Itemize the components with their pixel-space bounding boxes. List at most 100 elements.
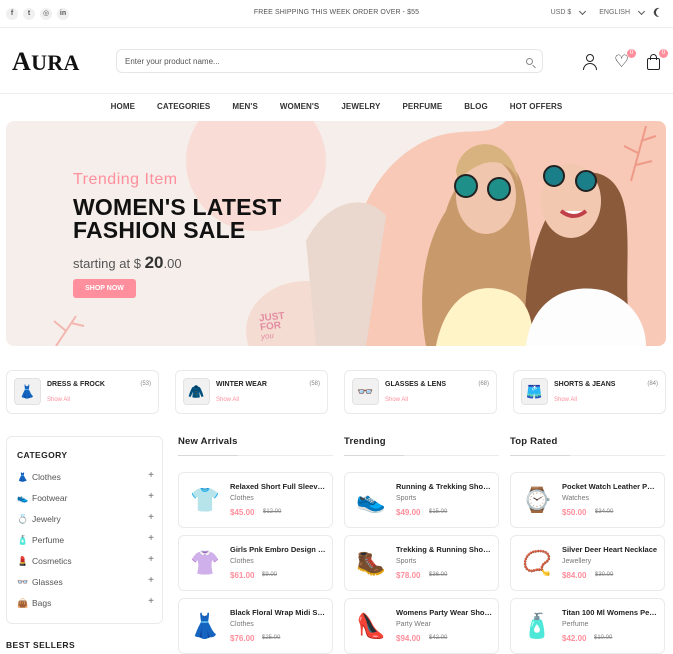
user-icon [586,54,594,62]
show-all-link[interactable]: Show All [385,397,408,403]
product-card[interactable]: 👠 Womens Party Wear Shoes Party Wear $94… [344,598,499,654]
dress-icon: 👗 [14,378,41,405]
search-icon[interactable] [526,58,533,65]
product-card[interactable]: 👕 Relaxed Short Full Sleeve T-Shirt Clot… [178,472,333,528]
product-old-price: $30.00 [595,572,614,578]
show-all-link[interactable]: Show All [47,397,70,403]
language-select[interactable]: ENGLISH [599,9,630,16]
product-name[interactable]: Trekking & Running Shoes - black [396,545,492,554]
product-image[interactable]: 👟 [352,482,390,518]
product-old-price: $25.00 [262,635,281,641]
product-image[interactable]: 🥾 [352,545,390,581]
product-image[interactable]: ⌚ [518,482,556,518]
account-button[interactable] [581,53,599,71]
hero-banner: Trending Item WOMEN'S LATEST FASHION SAL… [6,121,666,346]
product-price: $42.00 [562,634,587,643]
site-header: AURA Enter your product name... ♡ 0 0 [0,28,673,94]
jewelry-icon: 💍 [17,514,29,524]
expand-icon[interactable]: + [148,470,154,481]
sidebar-item-jewelry[interactable]: 💍 Jewelry + [17,512,154,527]
wishlist-button[interactable]: ♡ 0 [613,49,636,71]
nav-womens[interactable]: WOMEN'S [269,94,331,120]
category-card[interactable]: 🧥 WINTER WEAR (58) Show All [175,370,328,414]
best-sellers-title: BEST SELLERS [6,640,76,650]
dark-mode-icon[interactable] [654,6,666,18]
product-name[interactable]: Titan 100 Ml Womens Perfume [562,608,658,617]
shop-now-button[interactable]: SHOP NOW [73,279,136,298]
cart-button[interactable]: 0 [645,49,668,71]
sidebar-title: CATEGORY [17,450,68,460]
search-input[interactable]: Enter your product name... [116,49,543,73]
expand-icon[interactable]: + [148,575,154,586]
product-card[interactable]: 👟 Running & Trekking Shoes - White Sport… [344,472,499,528]
nav-blog[interactable]: BLOG [453,94,499,120]
nav-mens[interactable]: MEN'S [221,94,269,120]
product-category: Clothes [230,621,254,628]
product-card[interactable]: ⌚ Pocket Watch Leather Pouch Watches $50… [510,472,665,528]
category-card[interactable]: 👓 GLASSES & LENS (68) Show All [344,370,497,414]
product-card[interactable]: 🧴 Titan 100 Ml Womens Perfume Perfume $4… [510,598,665,654]
product-name[interactable]: Black Floral Wrap Midi Skirt [230,608,326,617]
currency-select[interactable]: USD $ [551,9,572,16]
product-old-price: $9.00 [262,572,278,578]
product-price: $50.00 [562,508,587,517]
chevron-down-icon[interactable] [579,7,587,15]
product-price: $94.00 [396,634,421,643]
expand-icon[interactable]: + [148,512,154,523]
expand-icon[interactable]: + [148,554,154,565]
product-name[interactable]: Relaxed Short Full Sleeve T-Shirt [230,482,326,491]
nav-home[interactable]: HOME [100,94,146,120]
logo[interactable]: AURA [12,47,80,77]
banner-title: WOMEN'S LATEST FASHION SALE [73,194,282,243]
expand-icon[interactable]: + [148,491,154,502]
product-old-price: $12.00 [263,509,282,515]
product-price: $84.00 [562,571,587,580]
product-card[interactable]: 🥾 Trekking & Running Shoes - black Sport… [344,535,499,591]
product-image[interactable]: 👕 [186,482,224,518]
sidebar-item-cosmetics[interactable]: 💄 Cosmetics + [17,554,154,569]
show-all-link[interactable]: Show All [216,397,239,403]
product-image[interactable]: 👠 [352,608,390,644]
sidebar-item-perfume[interactable]: 🧴 Perfume + [17,533,154,548]
product-card[interactable]: 👗 Black Floral Wrap Midi Skirt Clothes $… [178,598,333,654]
product-category: Sports [396,558,417,565]
product-image[interactable]: 🧴 [518,608,556,644]
sidebar-item-footwear[interactable]: 👟 Footwear + [17,491,154,506]
category-card[interactable]: 👗 DRESS & FROCK (53) Show All [6,370,159,414]
product-category: Watches [562,495,589,502]
product-card[interactable]: 📿 Silver Deer Heart Necklace Jewellery $… [510,535,665,591]
sidebar-item-bags[interactable]: 👜 Bags + [17,596,154,611]
wishlist-count-badge: 0 [627,49,636,58]
bag-icon: 👜 [17,598,29,608]
category-card[interactable]: 🩳 SHORTS & JEANS (84) Show All [513,370,666,414]
sidebar-item-glasses[interactable]: 👓 Glasses + [17,575,154,590]
product-image[interactable]: 📿 [518,545,556,581]
product-image[interactable]: 👚 [186,545,224,581]
product-category: Jewellery [562,558,592,565]
show-all-link[interactable]: Show All [554,397,577,403]
product-old-price: $36.00 [429,572,448,578]
product-card[interactable]: 👚 Girls Pnk Embro Design Top Clothes $61… [178,535,333,591]
product-name[interactable]: Girls Pnk Embro Design Top [230,545,326,554]
product-image[interactable]: 👗 [186,608,224,644]
product-price: $45.00 [230,508,255,517]
expand-icon[interactable]: + [148,533,154,544]
nav-perfume[interactable]: PERFUME [391,94,453,120]
product-name[interactable]: Womens Party Wear Shoes [396,608,492,617]
nav-jewelry[interactable]: JEWELRY [330,94,391,120]
banner-kicker: Trending Item [73,171,178,188]
product-name[interactable]: Pocket Watch Leather Pouch [562,482,658,491]
perfume-icon: 🧴 [17,535,29,545]
shorts-icon: 🩳 [521,378,548,405]
search-placeholder: Enter your product name... [125,57,220,66]
expand-icon[interactable]: + [148,596,154,607]
sidebar-item-clothes[interactable]: 👗 Clothes + [17,470,154,485]
product-name[interactable]: Running & Trekking Shoes - White [396,482,492,491]
heart-icon: ♡ [614,52,630,71]
chevron-down-icon[interactable] [637,7,646,15]
nav-hot-offers[interactable]: HOT OFFERS [499,94,574,120]
nav-categories[interactable]: CATEGORIES [146,94,221,120]
glasses-icon: 👓 [352,378,379,405]
product-name[interactable]: Silver Deer Heart Necklace [562,545,658,554]
column-title: Top Rated [510,436,558,447]
